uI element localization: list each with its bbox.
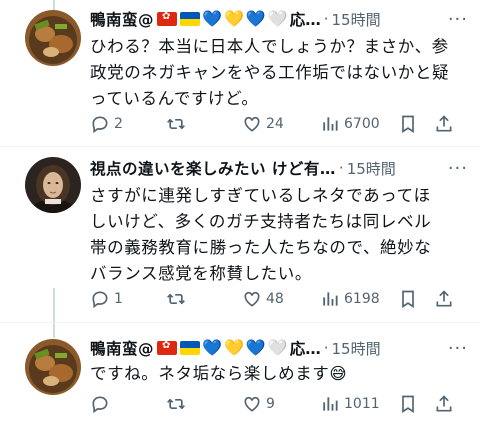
share-button[interactable] (434, 114, 454, 134)
more-icon[interactable]: ··· (448, 9, 472, 30)
views-icon (323, 117, 338, 131)
share-icon (436, 115, 452, 132)
views-button[interactable]: 1011 (320, 394, 398, 414)
author-name-suffix[interactable]: 応… (290, 337, 321, 359)
reply-icon (92, 291, 108, 309)
reply-button[interactable]: 2 (90, 114, 166, 134)
more-icon[interactable]: ··· (448, 338, 472, 359)
bookmark-button[interactable] (398, 289, 434, 309)
hong-kong-flag-icon (157, 11, 178, 26)
reply-button[interactable]: 1 (90, 289, 166, 309)
author-name[interactable]: 鴨南蛮@ (90, 8, 154, 30)
avatar-kamonanban[interactable] (25, 10, 81, 66)
tweet-2[interactable]: 視点の違いを楽しみたい けど有… · 15時間 ··· さすがに連発しすぎている… (0, 157, 480, 327)
views-icon (323, 397, 338, 411)
views-button[interactable]: 6700 (320, 114, 398, 134)
retweet-icon (167, 118, 185, 130)
views-button[interactable]: 6198 (320, 289, 398, 309)
bookmark-icon (402, 290, 414, 309)
like-button[interactable]: 9 (242, 394, 320, 414)
hong-kong-flag-icon (157, 340, 178, 355)
more-icon[interactable]: ··· (448, 158, 472, 179)
share-button[interactable] (434, 394, 454, 414)
author-name[interactable]: 視点の違いを楽しみたい けど有… (90, 157, 336, 179)
tweet-text: さすがに連発しすぎているしネタであってほ しいけど、多くのガチ支持者たちは同レベ… (90, 186, 432, 283)
avatar-shiten[interactable] (25, 157, 81, 213)
like-icon (244, 396, 260, 412)
view-count: 6700 (344, 116, 380, 132)
bookmark-icon (402, 395, 414, 414)
retweet-button[interactable] (166, 289, 242, 309)
share-button[interactable] (434, 289, 454, 309)
reply-button[interactable] (90, 394, 166, 414)
tweet-1[interactable]: 鴨南蛮@ 💙 💛 💙 🤍 応… · 15時間 ··· ひわる？本当に日本人でしょ… (0, 8, 480, 148)
bookmark-button[interactable] (398, 114, 434, 134)
white-heart-icon: 🤍 (267, 338, 288, 357)
white-heart-icon: 🤍 (267, 9, 288, 28)
reply-count: 1 (114, 291, 123, 307)
bookmark-icon (402, 115, 414, 134)
timestamp[interactable]: 15時間 (332, 9, 381, 30)
like-count: 24 (266, 116, 284, 132)
like-button[interactable]: 24 (242, 114, 320, 134)
like-icon (244, 291, 260, 307)
blue-heart-icon: 💙 (245, 338, 266, 357)
views-icon (323, 292, 338, 306)
separator-dot: · (323, 10, 329, 28)
reply-icon (92, 396, 108, 414)
share-icon (436, 395, 452, 412)
reply-count: 2 (114, 116, 123, 132)
avatar-kamonanban[interactable] (25, 339, 81, 395)
yellow-heart-icon: 💛 (223, 338, 244, 357)
bookmark-button[interactable] (398, 394, 434, 414)
retweet-icon (167, 293, 185, 305)
separator-dot: · (323, 339, 329, 357)
tweet-3[interactable]: 鴨南蛮@ 💙 💛 💙 🤍 応… · 15時間 ··· ですね。ネタ垢なら楽しめま… (0, 337, 480, 426)
tweet-text: ひわる？本当に日本人でしょうか？まさか、参 政党のネガキャンをやる工作垢ではない… (90, 37, 450, 108)
divider (0, 322, 480, 323)
view-count: 6198 (344, 291, 380, 307)
ukraine-flag-icon (180, 341, 201, 355)
author-name[interactable]: 鴨南蛮@ (90, 337, 154, 359)
retweet-icon (167, 398, 185, 410)
timestamp[interactable]: 15時間 (332, 338, 381, 359)
ukraine-flag-icon (180, 12, 201, 26)
blue-heart-icon: 💙 (245, 9, 266, 28)
view-count: 1011 (344, 396, 380, 412)
yellow-heart-icon: 💛 (223, 9, 244, 28)
tweet-text: ですね。ネタ垢なら楽しめます😅 (90, 364, 348, 383)
blue-heart-icon: 💙 (202, 9, 222, 28)
like-icon (244, 116, 260, 132)
timestamp[interactable]: 15時間 (347, 158, 396, 179)
share-icon (436, 290, 452, 307)
divider (0, 146, 480, 147)
retweet-button[interactable] (166, 114, 242, 134)
like-count: 9 (266, 396, 275, 412)
separator-dot: · (338, 159, 344, 177)
author-name-suffix[interactable]: 応… (290, 8, 321, 30)
retweet-button[interactable] (166, 394, 242, 414)
like-button[interactable]: 48 (242, 289, 320, 309)
like-count: 48 (266, 291, 284, 307)
reply-icon (92, 116, 108, 134)
blue-heart-icon: 💙 (202, 338, 222, 357)
